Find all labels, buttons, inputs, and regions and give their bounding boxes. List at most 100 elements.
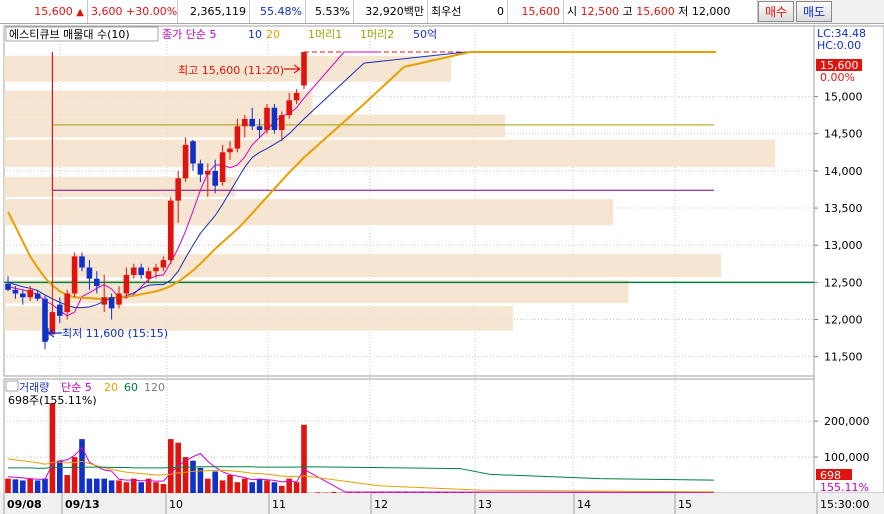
candle-body [219,152,226,183]
low-annotation: 최저 11,600 (15:15) [62,327,168,340]
volume-bar [42,478,48,493]
quote-bar: 15,600 ▲ 3,600 +30.00% 2,365,119 55.48% … [0,0,884,24]
candle-body [197,163,204,175]
volume-bar [12,479,19,493]
candle-body [256,126,263,131]
volume-bar [242,478,248,493]
hc-label: HC:0.00 [817,39,861,52]
candle-body [153,267,159,272]
buy-button[interactable]: 매수 [758,1,794,22]
y-tick-label: 12,000 [824,314,863,327]
trade-amount: 32,920백만 [354,0,428,23]
candle-body [42,298,48,342]
volume-bar [234,482,241,493]
volume-bar [301,424,307,493]
candle-body [145,271,152,279]
volume-bar [153,482,159,493]
volume-bar [197,467,204,493]
x-axis-panel [0,493,884,514]
y-tick-label: 12,500 [824,276,863,289]
current-volume-pct: 155.11% [820,481,869,494]
volume-bar [123,482,130,493]
ask-price: 15,600 [508,0,564,23]
volume-bar [264,480,270,493]
volume-legend-ma: 단순 5 [61,381,92,394]
volume-legend-title: 거래량 [19,381,49,394]
volume-bar [331,491,337,493]
volume-profile-bar [4,139,775,168]
x-tick-label: 11 [272,498,286,511]
x-tick-label: 09/08 [7,498,42,511]
volume-bar [101,478,107,493]
ratio-value-1: 55.48% [250,0,306,23]
candle-body [71,256,78,294]
volume-bar [279,485,285,493]
candle-body [57,304,63,316]
volume-bar [108,480,115,493]
candle-body [175,178,181,201]
candle-body [20,293,26,298]
volume-bar [219,480,226,493]
x-tick-label: 14 [577,498,591,511]
candle-body [264,107,270,131]
high-annotation: 최고 15,600 (11:20) [178,64,284,77]
candle-body [279,115,285,131]
volume-bar [379,492,385,493]
current-price: 15,600 ▲ [0,0,88,23]
candle-body [168,200,174,261]
legend-title: 에스티큐브 매물대 수(10) [9,28,130,41]
candle-body [131,267,137,275]
volume-bar [323,492,329,493]
candle-body [212,170,218,186]
volume-bar [86,478,93,493]
candle-body [138,267,144,275]
volume-bar [20,480,26,493]
volume-bar [27,478,33,493]
candle-body [94,278,100,287]
volume-bar [293,482,300,493]
chart-area[interactable]: 15,000 14,500 14,000 13,500 13,000 12,500 12,0… [0,24,884,514]
candle-body [116,293,122,305]
candle-body [123,274,130,294]
candle-body [101,297,107,305]
x-tick-label: 12 [374,498,388,511]
volume-y-tick-label: 200,000 [824,415,870,428]
ratio-value-2: 5.53% [306,0,354,23]
candle-body [5,283,11,290]
volume-bar [212,471,218,493]
candle-body [34,293,41,299]
candle-body [293,92,300,101]
candle-body [234,126,241,149]
candle-body [205,170,211,175]
candle-body [242,118,248,127]
legend-ma-label: 종가 단순 5 [162,28,216,41]
legend-ma-20: 20 [266,28,280,41]
candle-body [301,52,307,86]
volume-bar [57,460,63,493]
sell-button[interactable]: 매도 [796,1,832,22]
x-tick-label: 13 [478,498,492,511]
candle-body [79,256,85,268]
volume-bar [190,460,196,493]
volume-bar [205,478,211,493]
volume-bar [355,492,361,493]
volume-bar [138,482,144,493]
candle-body [108,297,115,309]
volume-bar [64,475,70,493]
volume-value: 2,365,119 [178,0,250,23]
candle-body [12,289,19,294]
candle-body [271,107,278,131]
volume-bar [49,403,56,493]
y-tick-label: 11,500 [824,351,863,364]
volume-profile-bar [4,199,614,226]
volume-legend-120: 120 [144,381,165,394]
y-tick-label: 14,500 [824,128,863,141]
price-change: 3,600 +30.00% [88,0,178,23]
volume-bar [168,439,174,493]
candle-body [286,100,292,116]
y-tick-label: 13,000 [824,239,863,252]
volume-legend-20: 20 [104,381,118,394]
volume-bar [160,484,167,493]
volume-panel [3,378,815,494]
volume-bar [94,478,100,493]
